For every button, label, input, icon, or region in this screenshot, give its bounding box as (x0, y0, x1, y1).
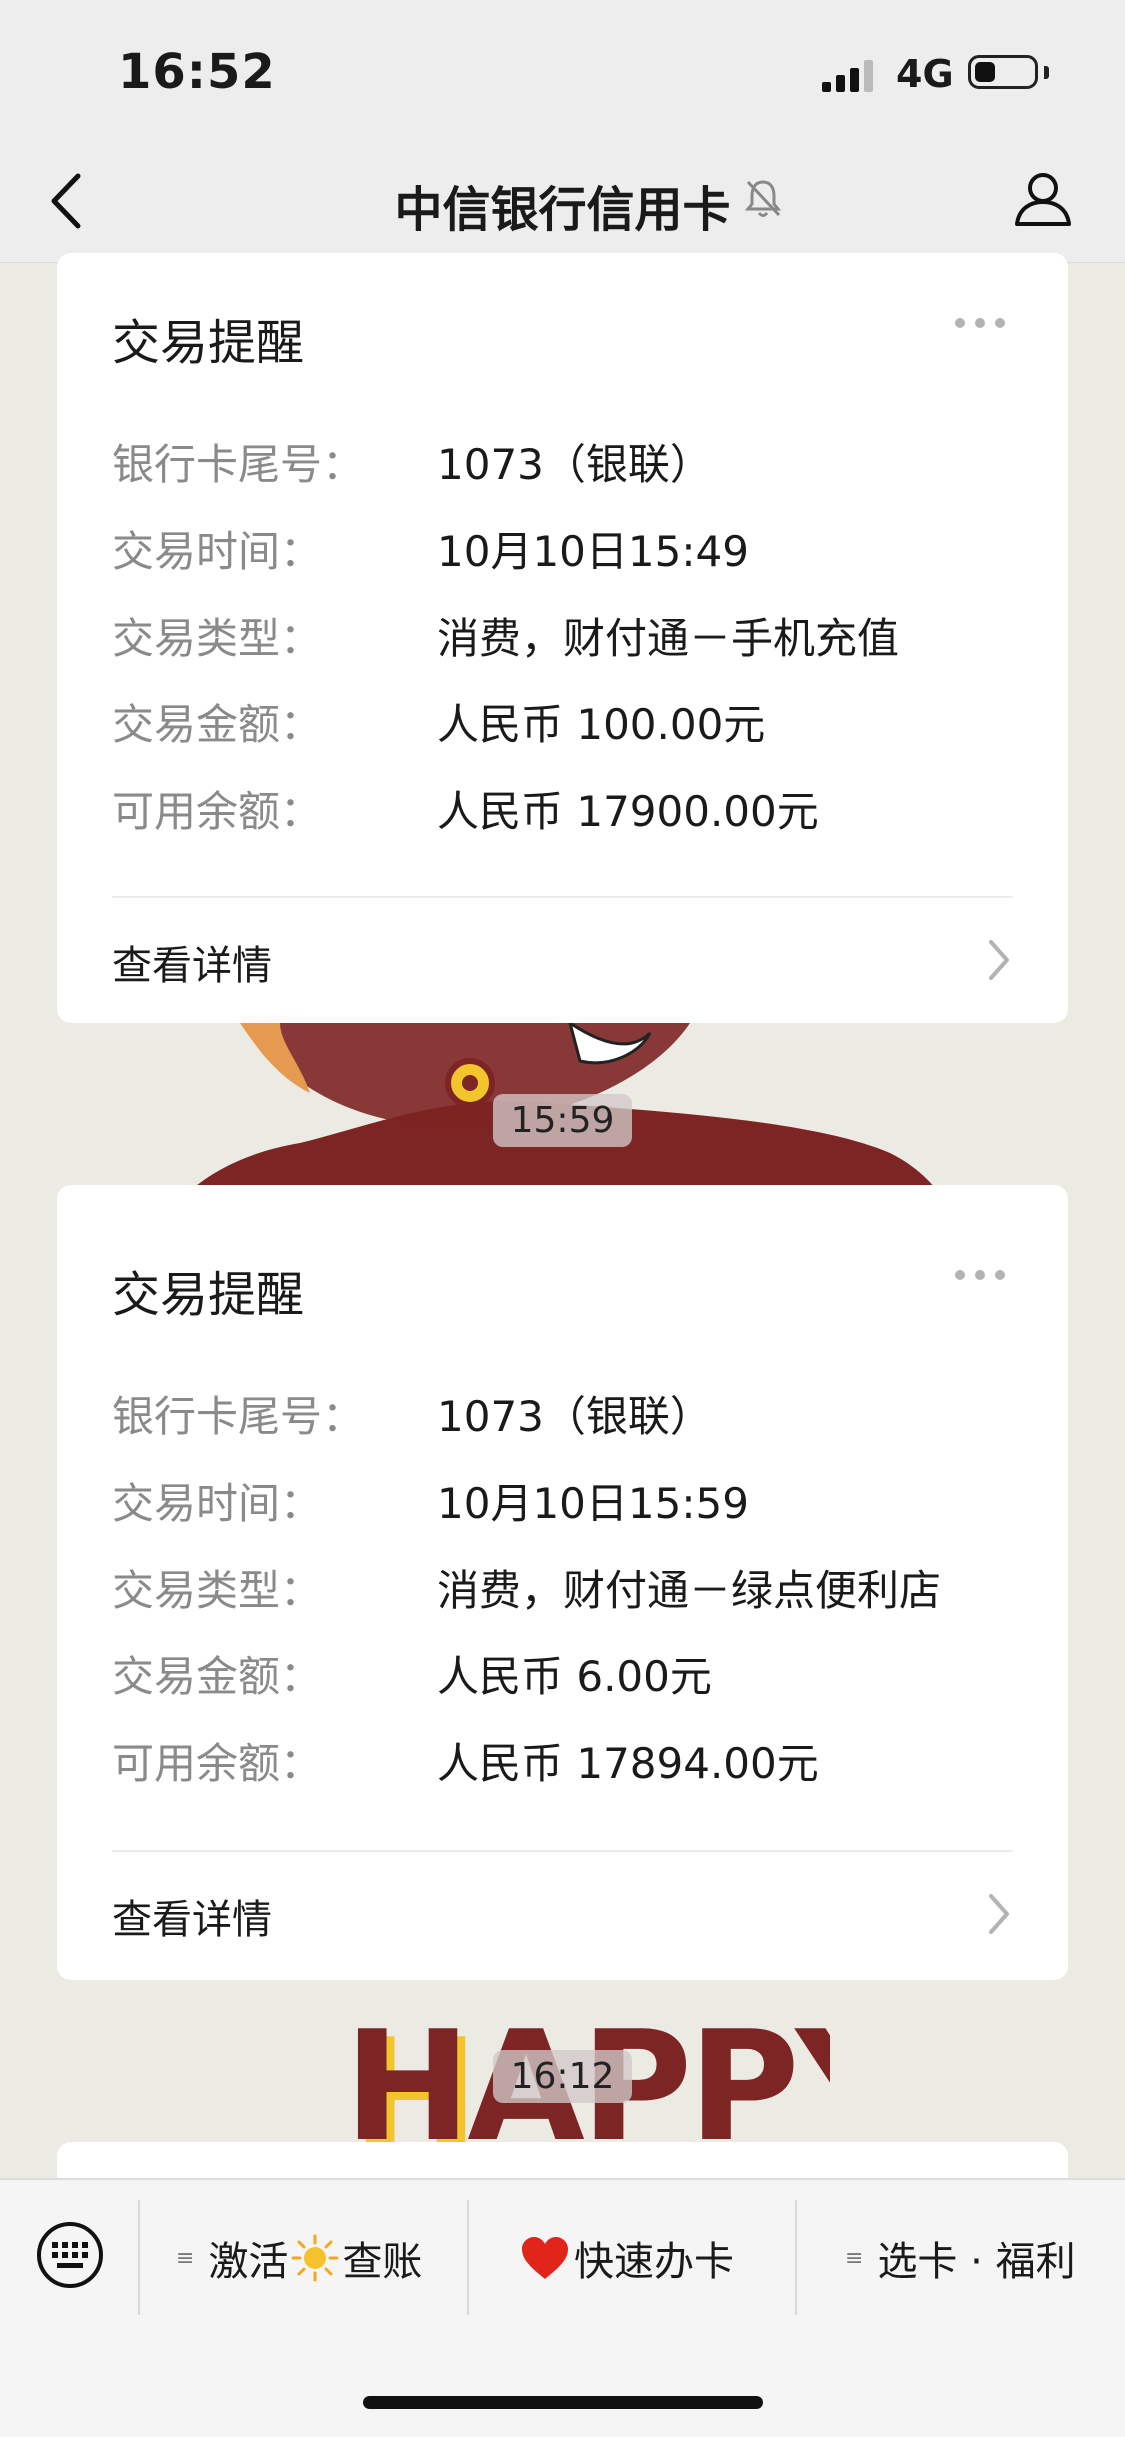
divider (112, 1850, 1013, 1852)
page-title: 中信银行信用卡 (394, 182, 731, 238)
menu-label: 选卡 · 福利 (877, 2239, 1076, 2285)
transaction-card[interactable]: 交易提醒 银行卡尾号： 1073（银联） 交易时间： 10月10日15:59 交… (57, 1185, 1068, 1980)
view-details-link[interactable]: 查看详情 (112, 933, 272, 991)
card-number-label: 银行卡尾号： (112, 1392, 365, 1441)
menu-separator (795, 2200, 797, 2315)
menu-select-card[interactable]: ≡ 选卡 · 福利 (845, 2228, 1076, 2288)
tx-time-label: 交易时间： (112, 1479, 323, 1528)
chevron-right-icon[interactable] (987, 1892, 1011, 1936)
tx-time-label: 交易时间： (112, 527, 323, 576)
tx-amount-label: 交易金额： (112, 1652, 323, 1701)
view-details-link[interactable]: 查看详情 (112, 1887, 272, 1945)
card-number-label: 银行卡尾号： (112, 440, 365, 489)
more-options-icon[interactable] (952, 315, 1008, 331)
card-title: 交易提醒 (112, 315, 305, 371)
card-title: 交易提醒 (112, 1267, 305, 1323)
divider (112, 896, 1013, 898)
menu-quick-apply[interactable]: 快速办卡 (520, 2228, 734, 2288)
network-type: 4G (896, 52, 954, 96)
tx-amount-label: 交易金额： (112, 700, 323, 749)
timestamp-text: 15:59 (492, 1094, 633, 1147)
tx-type-value: 消费，财付通－手机充值 (437, 614, 900, 663)
nav-bar: 中信银行信用卡 (0, 140, 1125, 264)
menu-label: 查账 (342, 2239, 423, 2285)
heart-icon (522, 2237, 568, 2279)
timestamp: 15:59 (0, 1094, 1125, 1147)
balance-label: 可用余额： (112, 1739, 323, 1788)
menu-separator (138, 2200, 140, 2315)
home-indicator (363, 2396, 763, 2409)
menu-activate-check[interactable]: ≡ 激活 查账 (176, 2228, 422, 2288)
signal-icon (822, 60, 873, 92)
tx-amount-value: 人民币 6.00元 (437, 1652, 712, 1701)
battery-tip (1044, 66, 1049, 79)
menu-lines-icon: ≡ (845, 2245, 864, 2271)
tx-time-value: 10月10日15:59 (437, 1479, 749, 1528)
tx-type-label: 交易类型： (112, 614, 323, 663)
tx-type-label: 交易类型： (112, 1566, 323, 1615)
profile-icon[interactable] (1010, 166, 1076, 232)
menu-lines-icon: ≡ (176, 2245, 195, 2271)
tx-type-value: 消费，财付通－绿点便利店 (437, 1566, 942, 1615)
card-number-value: 1073（银联） (437, 1392, 712, 1441)
menu-label: 快速办卡 (574, 2239, 734, 2285)
mute-bell-icon (744, 180, 782, 217)
timestamp-text: 16:12 (492, 2050, 633, 2103)
keyboard-icon[interactable] (35, 2220, 105, 2290)
tx-amount-value: 人民币 100.00元 (437, 700, 766, 749)
battery-icon (968, 55, 1038, 89)
menu-label: 激活 (208, 2239, 289, 2285)
balance-value: 人民币 17900.00元 (437, 787, 819, 836)
status-bar: 16:52 4G (0, 0, 1125, 140)
balance-value: 人民币 17894.00元 (437, 1739, 819, 1788)
chevron-right-icon[interactable] (987, 938, 1011, 982)
timestamp: 16:12 (0, 2050, 1125, 2103)
menu-separator (467, 2200, 469, 2315)
balance-label: 可用余额： (112, 787, 323, 836)
transaction-card[interactable]: 交易提醒 银行卡尾号： 1073（银联） 交易时间： 10月10日15:49 交… (57, 253, 1068, 1023)
battery-level (975, 62, 995, 82)
tx-time-value: 10月10日15:49 (437, 527, 749, 576)
more-options-icon[interactable] (952, 1267, 1008, 1283)
status-time: 16:52 (118, 44, 276, 100)
card-number-value: 1073（银联） (437, 440, 712, 489)
sun-icon (291, 2234, 339, 2282)
